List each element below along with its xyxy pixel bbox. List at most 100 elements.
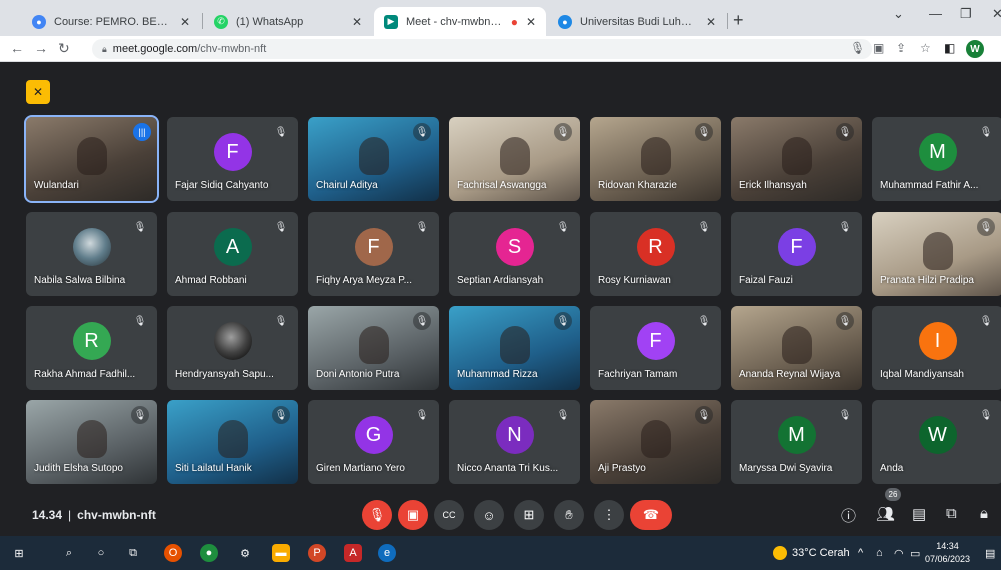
camera-permission-icon[interactable]: ▣ xyxy=(873,41,884,55)
participant-tile[interactable]: 🎙︎ Doni Antonio Putra xyxy=(308,306,439,390)
participant-tile[interactable]: 🎙︎ Muhammad Rizza xyxy=(449,306,580,390)
notifications-icon[interactable]: ▤ xyxy=(985,547,995,560)
participant-tile[interactable]: 🎙︎ Fachrisal Aswangga xyxy=(449,117,580,201)
participant-tile[interactable]: I 🎙︎ Iqbal Mandiyansah xyxy=(872,306,1001,390)
close-tab-icon[interactable]: ✕ xyxy=(352,15,362,29)
participant-tile[interactable]: 🎙︎ Judith Elsha Sutopo xyxy=(26,400,157,484)
lock-icon: 🔒︎ xyxy=(102,43,107,54)
host-controls-lock-icon[interactable]: 🔒︎ xyxy=(980,505,988,522)
participant-name: Aji Prastyo xyxy=(598,463,646,474)
close-tab-icon[interactable]: ✕ xyxy=(526,15,536,29)
network-icon[interactable]: ⌂ xyxy=(876,547,883,559)
captions-button[interactable]: CC xyxy=(434,500,464,530)
microphone-permission-icon[interactable]: 🎙︎ xyxy=(850,41,865,55)
share-icon[interactable]: ⇪ xyxy=(896,41,906,55)
camera-off-warning-icon[interactable]: ✕ xyxy=(26,80,50,104)
minimize-button[interactable]: — xyxy=(929,6,942,21)
participant-name: Ridovan Kharazie xyxy=(598,180,677,191)
participant-tile[interactable]: A 🎙︎ Ahmad Robbani xyxy=(167,212,298,296)
wifi-icon[interactable]: ◠ xyxy=(894,547,904,560)
present-screen-button[interactable]: ⊞ xyxy=(514,500,544,530)
meeting-details-icon[interactable]: ⓘ xyxy=(841,505,856,526)
more-options-button[interactable]: ⋮ xyxy=(594,500,624,530)
close-tab-icon[interactable]: ✕ xyxy=(180,15,190,29)
participant-tile[interactable]: F 🎙︎ Fachriyan Tamam xyxy=(590,306,721,390)
participant-name: Ahmad Robbani xyxy=(175,275,247,286)
tab-whatsapp[interactable]: ✆ (1) WhatsApp ✕ xyxy=(204,7,372,36)
search-icon[interactable]: ⌕ xyxy=(60,544,78,562)
file-explorer-icon[interactable]: ▬ xyxy=(272,544,290,562)
participant-name: Ananda Reynal Wijaya xyxy=(739,369,841,380)
new-tab-button[interactable]: + xyxy=(733,10,744,31)
taskbar-clock[interactable]: 14:34 07/06/2023 xyxy=(925,540,970,566)
participant-video-feed xyxy=(358,137,389,176)
profile-avatar[interactable]: W xyxy=(966,40,984,58)
side-panel-icon[interactable]: ◧ xyxy=(944,41,955,55)
participant-tile[interactable]: R 🎙︎ Rakha Ahmad Fadhil... xyxy=(26,306,157,390)
tab-course[interactable]: ● Course: PEMRO. BEROR. OBYEK- ✕ xyxy=(22,7,200,36)
people-icon[interactable]: 👥︎ xyxy=(876,505,895,523)
participant-name: Siti Lailatul Hanik xyxy=(175,463,252,474)
participant-tile[interactable]: R 🎙︎ Rosy Kurniawan xyxy=(590,212,721,296)
tab-search-icon[interactable]: ⌄ xyxy=(893,6,904,22)
tab-universitas[interactable]: ● Universitas Budi Luhur - Lecture ✕ xyxy=(548,7,726,36)
powerpoint-icon[interactable]: P xyxy=(308,544,326,562)
leave-call-button[interactable]: ☎︎ xyxy=(630,500,672,530)
mic-muted-icon: 🎙︎ xyxy=(836,123,854,141)
participant-tile[interactable]: F 🎙︎ Fiqhy Arya Meyza P... xyxy=(308,212,439,296)
participant-video-feed xyxy=(781,137,812,176)
participant-tile[interactable]: ||| Wulandari xyxy=(24,115,159,203)
windows-start-icon[interactable]: ⊞ xyxy=(10,544,28,562)
opera-icon[interactable]: O xyxy=(164,544,182,562)
chrome-icon[interactable]: ● xyxy=(200,544,218,562)
participant-name: Wulandari xyxy=(34,180,79,191)
participant-video-feed xyxy=(217,420,248,459)
close-tab-icon[interactable]: ✕ xyxy=(706,15,716,29)
participant-tile[interactable]: 🎙︎ Siti Lailatul Hanik xyxy=(167,400,298,484)
participant-tile[interactable]: 🎙︎ Erick Ilhansyah xyxy=(731,117,862,201)
emoji-reaction-button[interactable]: ☺ xyxy=(474,500,504,530)
task-view-icon[interactable]: ⧉ xyxy=(124,544,142,562)
back-arrow-icon[interactable]: ← xyxy=(10,40,24,56)
mic-off-button[interactable]: 🎙︎ xyxy=(362,500,392,530)
participant-tile[interactable]: 🎙︎ Nabila Salwa Bilbina xyxy=(26,212,157,296)
participant-tile[interactable]: W 🎙︎ Anda xyxy=(872,400,1001,484)
participant-tile[interactable]: 🎙︎ Aji Prastyo xyxy=(590,400,721,484)
participant-tile[interactable]: M 🎙︎ Maryssa Dwi Syavira xyxy=(731,400,862,484)
participant-tile[interactable]: M 🎙︎ Muhammad Fathir A... xyxy=(872,117,1001,201)
participant-tile[interactable]: F 🎙︎ Faizal Fauzi xyxy=(731,212,862,296)
cortana-icon[interactable]: ○ xyxy=(92,544,110,562)
participant-tile[interactable]: 🎙︎ Chairul Aditya xyxy=(308,117,439,201)
participant-tile[interactable]: G 🎙︎ Giren Martiano Yero xyxy=(308,400,439,484)
participant-video-feed xyxy=(640,137,671,176)
participant-tile[interactable]: F 🎙︎ Fajar Sidiq Cahyanto xyxy=(167,117,298,201)
settings-gear-icon[interactable]: ⚙︎ xyxy=(236,544,254,562)
participant-tile[interactable]: 🎙︎ Pranata Hilzi Pradipa xyxy=(872,212,1001,296)
participant-name: Rakha Ahmad Fadhil... xyxy=(34,369,136,380)
edge-icon[interactable]: e xyxy=(378,544,396,562)
participant-tile[interactable]: 🎙︎ Ridovan Kharazie xyxy=(590,117,721,201)
close-window-button[interactable]: ✕ xyxy=(992,6,1001,22)
bookmark-star-icon[interactable]: ☆ xyxy=(920,41,931,55)
chat-icon[interactable]: ▤ xyxy=(912,505,926,523)
mic-muted-icon: 🎙︎ xyxy=(133,315,147,327)
raise-hand-button[interactable]: ✋︎ xyxy=(554,500,584,530)
address-bar[interactable]: 🔒︎ meet.google.com/chv-mwbn-nft xyxy=(92,39,872,59)
mic-muted-icon: 🎙︎ xyxy=(977,218,995,236)
mic-muted-icon: 🎙︎ xyxy=(415,221,429,233)
activities-icon[interactable]: ⧉ xyxy=(946,505,957,522)
participant-tile[interactable]: S 🎙︎ Septian Ardiansyah xyxy=(449,212,580,296)
tab-meet[interactable]: ▶ Meet - chv-mwbn-nft ● ✕ xyxy=(374,7,546,36)
restore-button[interactable]: ❐ xyxy=(960,6,972,22)
forward-arrow-icon[interactable]: → xyxy=(34,40,48,56)
participant-tile[interactable]: N 🎙︎ Nicco Ananta Tri Kus... xyxy=(449,400,580,484)
tray-chevron-icon[interactable]: ^ xyxy=(858,547,863,559)
reload-icon[interactable]: ↻ xyxy=(58,40,70,57)
participant-tile[interactable]: 🎙︎ Hendryansyah Sapu... xyxy=(167,306,298,390)
camera-off-button[interactable]: ▣ xyxy=(398,500,428,530)
weather-text[interactable]: 33°C Cerah xyxy=(792,547,850,559)
tab-title: Course: PEMRO. BEROR. OBYEK- xyxy=(54,15,172,28)
acrobat-icon[interactable]: A xyxy=(344,544,362,562)
battery-icon[interactable]: ▭ xyxy=(910,547,920,560)
participant-tile[interactable]: 🎙︎ Ananda Reynal Wijaya xyxy=(731,306,862,390)
